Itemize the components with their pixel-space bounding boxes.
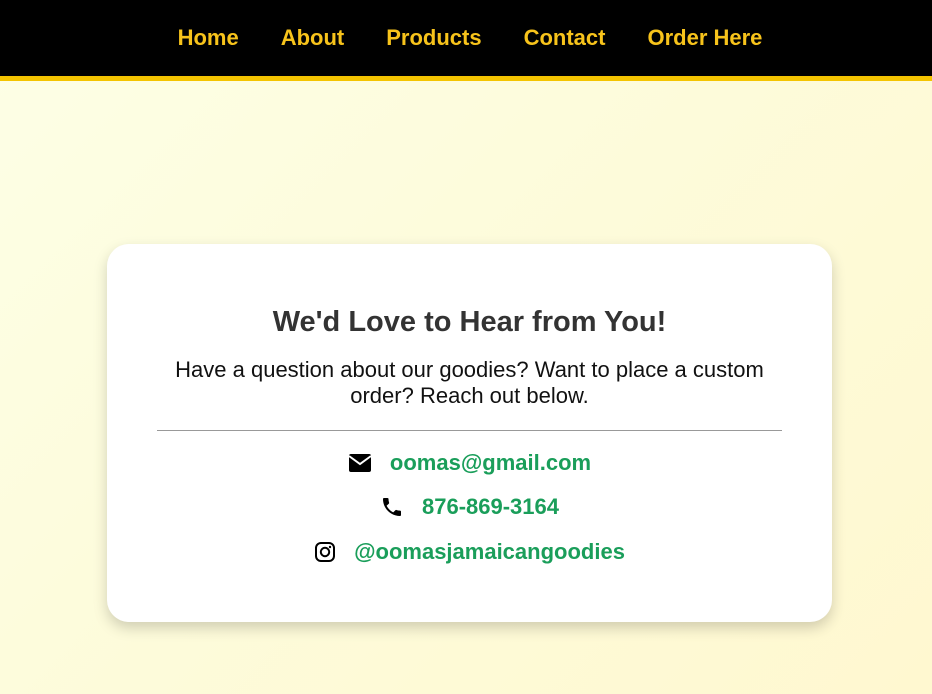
instagram-row: @oomasjamaicangoodies	[107, 538, 832, 566]
nav-contact-link[interactable]: Contact	[524, 24, 606, 52]
instagram-link[interactable]: @oomasjamaicangoodies	[354, 538, 625, 566]
phone-row: 876-869-3164	[107, 493, 832, 521]
envelope-icon	[348, 453, 372, 473]
contact-card: We'd Love to Hear from You! Have a quest…	[107, 244, 832, 622]
main-nav: Home About Products Contact Order Here	[0, 24, 932, 52]
phone-link[interactable]: 876-869-3164	[422, 493, 559, 521]
phone-icon	[380, 495, 404, 519]
nav-about-link[interactable]: About	[281, 24, 345, 52]
nav-order-link[interactable]: Order Here	[647, 24, 762, 52]
contact-heading: We'd Love to Hear from You!	[272, 306, 667, 338]
nav-products-link[interactable]: Products	[386, 24, 481, 52]
divider	[157, 430, 782, 431]
email-row: oomas@gmail.com	[107, 449, 832, 477]
site-header: Home About Products Contact Order Here	[0, 0, 932, 81]
email-link[interactable]: oomas@gmail.com	[390, 449, 591, 477]
instagram-icon	[314, 541, 336, 563]
nav-home-link[interactable]: Home	[178, 24, 239, 52]
contact-intro: Have a question about our goodies? Want …	[175, 357, 764, 408]
